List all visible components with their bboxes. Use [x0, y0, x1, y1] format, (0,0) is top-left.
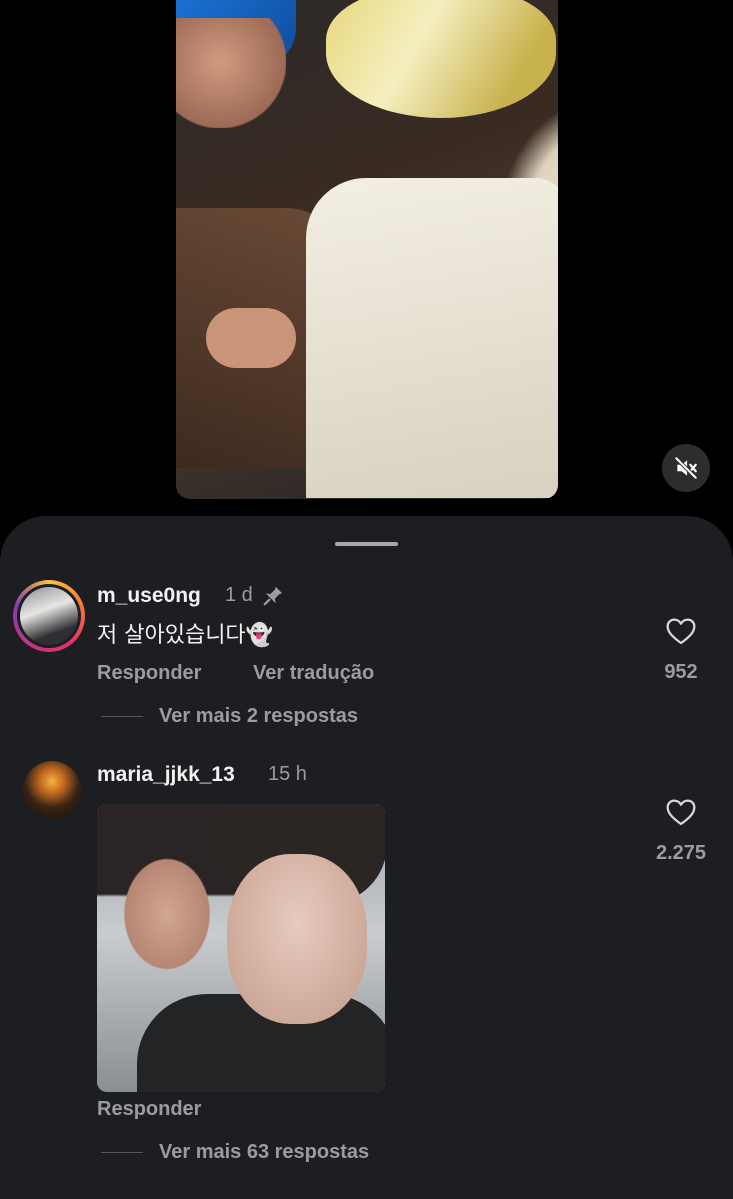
- avatar[interactable]: [23, 761, 81, 819]
- translate-button[interactable]: Ver tradução: [253, 662, 374, 685]
- comment-text: 저 살아있습니다👻: [97, 623, 274, 648]
- like-count: 2.275: [655, 842, 707, 864]
- comment-time: 1 d: [225, 584, 253, 606]
- view-more-replies-button[interactable]: Ver mais 63 respostas: [159, 1141, 369, 1164]
- comment-image[interactable]: [97, 804, 385, 1092]
- comment-username[interactable]: m_use0ng: [97, 584, 201, 608]
- comments-sheet[interactable]: m_use0ng 1 d 저 살아있습니다👻 Responder Ver tra…: [0, 516, 733, 1199]
- mute-button[interactable]: [662, 444, 710, 492]
- reply-button[interactable]: Responder: [97, 662, 201, 685]
- heart-outline-icon[interactable]: [665, 616, 697, 646]
- avatar-story-ring[interactable]: [13, 580, 85, 652]
- sheet-grabber[interactable]: [335, 542, 398, 546]
- video-player[interactable]: [0, 0, 733, 520]
- reply-button[interactable]: Responder: [97, 1098, 201, 1121]
- avatar: [20, 587, 78, 645]
- view-more-replies-button[interactable]: Ver mais 2 respostas: [159, 705, 358, 728]
- comment-time: 15 h: [268, 763, 307, 785]
- comment-username[interactable]: maria_jjkk_13: [97, 763, 235, 787]
- replies-divider: [101, 716, 143, 717]
- pin-icon: [263, 586, 283, 606]
- replies-divider: [101, 1152, 143, 1153]
- speaker-muted-icon: [674, 456, 698, 480]
- heart-outline-icon[interactable]: [665, 797, 697, 827]
- like-count: 952: [664, 661, 698, 683]
- video-frame[interactable]: [176, 0, 558, 499]
